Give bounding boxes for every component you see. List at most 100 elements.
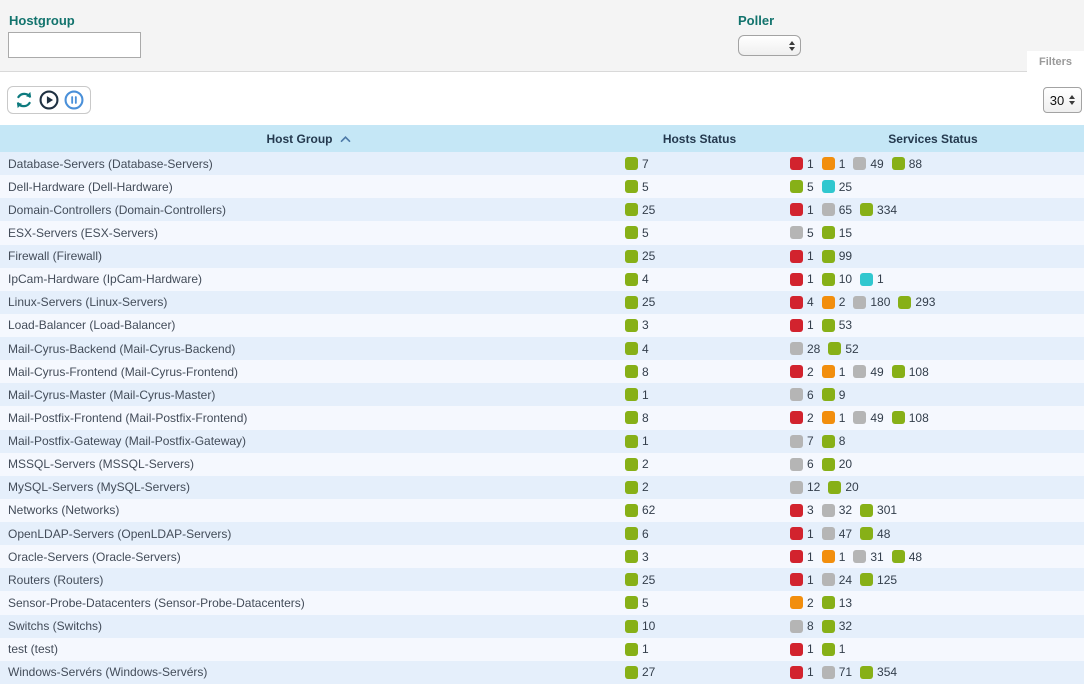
header-host-group[interactable]: Host Group — [0, 132, 617, 146]
status-count: 1 — [839, 550, 846, 564]
hosts-status-cell: 10 — [617, 619, 782, 633]
hostgroup-name[interactable]: Routers (Routers) — [0, 573, 617, 587]
header-services-status[interactable]: Services Status — [782, 132, 1084, 146]
status-badge-critical: 1 — [790, 203, 814, 217]
status-badge-ok: 20 — [828, 480, 858, 494]
status-badge-up: 25 — [625, 203, 655, 217]
hostgroup-name[interactable]: Oracle-Servers (Oracle-Servers) — [0, 550, 617, 564]
ok-chip-icon — [822, 596, 835, 609]
critical-chip-icon — [790, 504, 803, 517]
header-hosts-status[interactable]: Hosts Status — [617, 132, 782, 146]
filter-panel: Hostgroup Poller Filters — [0, 0, 1084, 72]
status-count: 49 — [870, 365, 883, 379]
critical-chip-icon — [790, 573, 803, 586]
status-badge-up: 8 — [625, 411, 649, 425]
table-row: ESX-Servers (ESX-Servers)5515 — [0, 221, 1084, 244]
hostgroup-name[interactable]: Windows-Servérs (Windows-Servérs) — [0, 665, 617, 679]
status-badge-ok: 48 — [860, 527, 890, 541]
table-row: Switchs (Switchs)10832 — [0, 615, 1084, 638]
unknown-chip-icon — [790, 458, 803, 471]
hostgroup-name[interactable]: Firewall (Firewall) — [0, 249, 617, 263]
unknown-chip-icon — [853, 550, 866, 563]
up-chip-icon — [625, 296, 638, 309]
hostgroup-name[interactable]: Database-Servers (Database-Servers) — [0, 157, 617, 171]
up-chip-icon — [625, 504, 638, 517]
status-badge-pending: 1 — [860, 272, 884, 286]
hosts-status-cell: 2 — [617, 457, 782, 471]
hostgroup-name[interactable]: MSSQL-Servers (MSSQL-Servers) — [0, 457, 617, 471]
status-count: 2 — [807, 365, 814, 379]
hostgroup-name[interactable]: Domain-Controllers (Domain-Controllers) — [0, 203, 617, 217]
hosts-status-cell: 8 — [617, 411, 782, 425]
table-row: Mail-Cyrus-Frontend (Mail-Cyrus-Frontend… — [0, 360, 1084, 383]
table-row: Domain-Controllers (Domain-Controllers) 2… — [0, 198, 1084, 221]
status-badge-ok: 52 — [828, 342, 858, 356]
play-icon[interactable] — [38, 89, 60, 111]
status-count: 1 — [807, 642, 814, 656]
refresh-icon[interactable] — [13, 89, 35, 111]
hostgroup-name[interactable]: Mail-Cyrus-Backend (Mail-Cyrus-Backend) — [0, 342, 617, 356]
status-badge-up: 3 — [625, 318, 649, 332]
hosts-status-cell: 27 — [617, 665, 782, 679]
hostgroup-name[interactable]: Switchs (Switchs) — [0, 619, 617, 633]
hostgroup-name[interactable]: Networks (Networks) — [0, 503, 617, 517]
warning-chip-icon — [790, 596, 803, 609]
hostgroup-name[interactable]: Sensor-Probe-Datacenters (Sensor-Probe-D… — [0, 596, 617, 610]
status-badge-ok: 20 — [822, 457, 852, 471]
hostgroup-name[interactable]: OpenLDAP-Servers (OpenLDAP-Servers) — [0, 527, 617, 541]
status-badge-unknown: 71 — [822, 665, 852, 679]
hostgroup-name[interactable]: ESX-Servers (ESX-Servers) — [0, 226, 617, 240]
hosts-status-cell: 25 — [617, 203, 782, 217]
services-status-cell: 1220 — [782, 480, 1084, 494]
hostgroup-name[interactable]: Mail-Cyrus-Master (Mail-Cyrus-Master) — [0, 388, 617, 402]
status-badge-up: 5 — [625, 596, 649, 610]
hostgroup-name[interactable]: MySQL-Servers (MySQL-Servers) — [0, 480, 617, 494]
hosts-status-cell: 25 — [617, 295, 782, 309]
hostgroup-name[interactable]: Mail-Postfix-Frontend (Mail-Postfix-Fron… — [0, 411, 617, 425]
hostgroup-name[interactable]: Mail-Postfix-Gateway (Mail-Postfix-Gatew… — [0, 434, 617, 448]
status-count: 4 — [807, 295, 814, 309]
up-chip-icon — [625, 458, 638, 471]
status-count: 3 — [642, 318, 649, 332]
status-count: 6 — [807, 388, 814, 402]
filters-tab[interactable]: Filters — [1027, 51, 1084, 72]
status-badge-ok: 108 — [892, 411, 929, 425]
ok-chip-icon — [822, 226, 835, 239]
critical-chip-icon — [790, 319, 803, 332]
status-badge-ok: 88 — [892, 157, 922, 171]
pause-icon[interactable] — [63, 89, 85, 111]
hosts-status-cell: 7 — [617, 157, 782, 171]
status-count: 49 — [870, 411, 883, 425]
hostgroup-name[interactable]: test (test) — [0, 642, 617, 656]
hosts-status-cell: 25 — [617, 573, 782, 587]
hostgroup-input[interactable] — [8, 32, 141, 58]
poller-select[interactable] — [738, 35, 801, 56]
status-badge-critical: 1 — [790, 157, 814, 171]
warning-chip-icon — [822, 365, 835, 378]
table-row: Oracle-Servers (Oracle-Servers)3113148 — [0, 545, 1084, 568]
services-status-cell: 165334 — [782, 203, 1084, 217]
page-size-select[interactable]: 30 — [1043, 87, 1082, 113]
status-count: 5 — [642, 180, 649, 194]
table-row: test (test)111 — [0, 638, 1084, 661]
status-badge-unknown: 5 — [790, 226, 814, 240]
status-count: 180 — [870, 295, 890, 309]
status-count: 2 — [642, 480, 649, 494]
warning-chip-icon — [822, 296, 835, 309]
status-badge-ok: 48 — [892, 550, 922, 564]
ok-chip-icon — [860, 504, 873, 517]
status-badge-up: 25 — [625, 295, 655, 309]
status-count: 1 — [839, 365, 846, 379]
services-status-cell: 113148 — [782, 550, 1084, 564]
hostgroup-name[interactable]: Linux-Servers (Linux-Servers) — [0, 295, 617, 309]
status-count: 1 — [839, 642, 846, 656]
ok-chip-icon — [822, 435, 835, 448]
services-status-cell: 42180293 — [782, 295, 1084, 309]
hostgroup-name[interactable]: Dell-Hardware (Dell-Hardware) — [0, 180, 617, 194]
hostgroup-name[interactable]: Mail-Cyrus-Frontend (Mail-Cyrus-Frontend… — [0, 365, 617, 379]
table-row: Database-Servers (Database-Servers)71149… — [0, 152, 1084, 175]
hostgroup-name[interactable]: Load-Balancer (Load-Balancer) — [0, 318, 617, 332]
hostgroup-name[interactable]: IpCam-Hardware (IpCam-Hardware) — [0, 272, 617, 286]
unknown-chip-icon — [790, 620, 803, 633]
status-count: 334 — [877, 203, 897, 217]
